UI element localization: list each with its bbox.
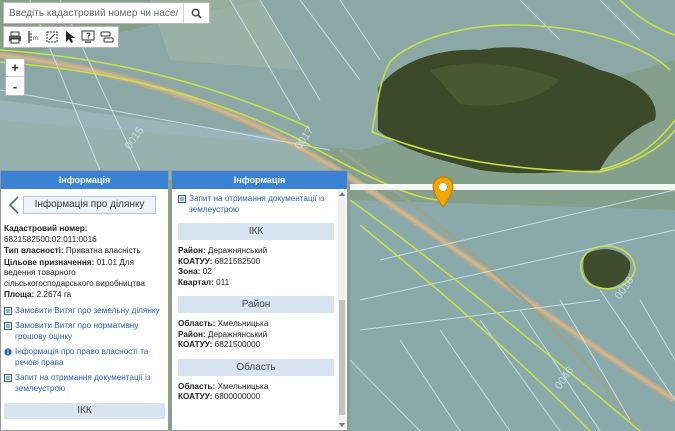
field-label: КОАТУУ: (178, 392, 213, 401)
field-label: КОАТУУ: (178, 256, 213, 266)
rayon-district-row: Район: Деражнянський (178, 330, 334, 341)
link-label: Замовити Витяг про нормативну грошову оц… (15, 321, 139, 341)
field-value: 6821582500 (214, 256, 261, 266)
ikk-section-header: ІКК (4, 403, 165, 419)
search-bar (3, 2, 210, 24)
layers-icon (100, 31, 114, 43)
purpose-row: Цільове призначення: 01.01 Для ведення т… (4, 258, 165, 290)
parcel-info-title: Інформація про ділянку (23, 195, 156, 214)
field-value: 6821500000 (214, 340, 261, 349)
field-label: Область: (178, 381, 216, 391)
field-value: Хмельницька (217, 381, 269, 391)
link-label: Замовити Витяг про земельну ділянку (15, 305, 160, 315)
cad-number-row: Кадастровий номер: 6821582500:02:011:001… (4, 224, 165, 245)
oblast-section-header: Область (178, 358, 334, 376)
land-docs-request-link[interactable]: Запит на отримання документації із земле… (4, 373, 165, 394)
ruler-icon: m (28, 31, 38, 43)
layers-button[interactable] (98, 28, 116, 46)
order-parcel-extract-link[interactable]: Замовити Витяг про земельну ділянку (4, 306, 165, 317)
rayon-section-header: Район (178, 296, 334, 313)
panel-header: Інформація (1, 171, 168, 189)
cursor-icon (66, 31, 76, 43)
field-value: Хмельницька (217, 319, 269, 328)
link-label: Інформація про право власності та речові… (15, 347, 149, 367)
order-valuation-extract-link[interactable]: Замовити Витяг про нормативну грошову оц… (4, 321, 165, 342)
scrollbar-thumb[interactable] (339, 300, 345, 415)
measure-distance-button[interactable]: m (24, 28, 42, 46)
area-label: Площа: (4, 290, 35, 299)
ownership-label: Тип власності: (4, 246, 64, 255)
ikk-district-row: Район: Деражнянський (178, 246, 334, 257)
scroll-up-icon[interactable] (338, 190, 346, 197)
ownership-info-link[interactable]: Інформація про право власності та речові… (4, 347, 165, 368)
link-label: Запит на отримання документації із земле… (189, 194, 325, 214)
field-label: Район: (178, 329, 206, 339)
back-button[interactable] (5, 193, 23, 217)
help-icon: ? (81, 30, 95, 43)
search-input[interactable] (4, 3, 183, 23)
ikk-koatuu-row: КОАТУУ: 6821582500 (178, 257, 334, 268)
info-icon (4, 348, 12, 356)
oblast-koatuu-row: КОАТУУ: 6800000000 (178, 392, 334, 403)
ownership-value: Приватна власність (65, 246, 141, 255)
zoom-out-button[interactable]: - (6, 77, 24, 95)
svg-text:?: ? (86, 32, 91, 41)
zoom-in-button[interactable]: + (6, 59, 24, 77)
parcel-info-panel: Інформація Інформація про ділянку Кадаст… (0, 170, 169, 431)
ownership-row: Тип власності: Приватна власність (4, 246, 165, 257)
search-button[interactable] (183, 3, 209, 23)
print-button[interactable] (6, 28, 24, 46)
field-label: Зона: (178, 267, 201, 276)
land-docs-request-link[interactable]: Запит на отримання документації із земле… (178, 194, 334, 215)
area-row: Площа: 2.2674 га (4, 290, 165, 301)
area-measure-icon (46, 31, 58, 43)
document-icon (4, 374, 12, 382)
field-label: Квартал: (178, 277, 214, 287)
oblast-region-row: Область: Хмельницька (178, 382, 334, 393)
rayon-region-row: Область: Хмельницька (178, 319, 334, 330)
document-icon (4, 306, 12, 315)
search-icon (191, 8, 202, 19)
print-icon (9, 31, 22, 43)
field-label: Область: (178, 319, 216, 328)
field-value: 6800000000 (214, 392, 261, 401)
ikk-section-header: ІКК (178, 223, 334, 240)
field-label: КОАТУУ: (178, 340, 213, 349)
zoom-control: + - (5, 58, 25, 96)
field-value: 011 (216, 277, 230, 287)
link-label: Запит на отримання документації із земле… (15, 373, 151, 393)
select-button[interactable] (61, 28, 79, 46)
document-icon (178, 195, 186, 203)
rayon-koatuu-row: КОАТУУ: 6821500000 (178, 340, 334, 351)
panel-scrollbar[interactable] (338, 190, 346, 428)
chevron-left-icon (8, 195, 19, 214)
admin-info-panel: Інформація Запит на отримання документац… (171, 170, 348, 431)
panel-header: Інформація (172, 171, 347, 189)
document-icon (4, 322, 12, 330)
ikk-zone-row: Зона: 02 (178, 267, 334, 278)
cad-number-label: Кадастровий номер: (4, 224, 88, 233)
field-value: 02 (202, 267, 212, 276)
measure-area-button[interactable] (43, 28, 61, 46)
cad-number-value: 6821582500:02:011:0016 (4, 234, 97, 244)
field-value: Деражнянський (207, 329, 268, 339)
scroll-down-icon[interactable] (338, 421, 346, 428)
area-value: 2.2674 га (36, 290, 72, 299)
purpose-label: Цільове призначення: (4, 257, 95, 267)
help-button[interactable]: ? (79, 28, 97, 46)
map-toolbar: m ? (3, 26, 119, 48)
ikk-quarter-row: Квартал: 011 (178, 278, 334, 289)
svg-text:m: m (33, 36, 38, 42)
field-label: Район: (178, 246, 206, 255)
field-value: Деражнянський (207, 246, 268, 255)
